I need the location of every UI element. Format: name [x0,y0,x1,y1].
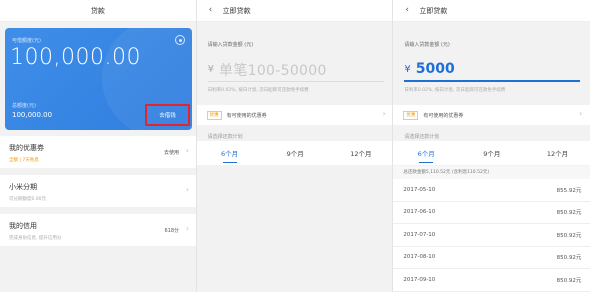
schedule-amount: 850.92元 [556,232,582,239]
repayment-schedule: 2017-05-10 855.92元 2017-06-10 850.92元 20… [393,179,590,292]
schedule-date: 2017-07-10 [403,231,436,238]
schedule-date: 2017-05-10 [403,186,436,193]
coupon-selector[interactable]: 优惠 有可使用的优惠券 › [393,105,590,125]
page-title: 立即贷款 [222,6,251,15]
table-row: 2017-06-10 850.92元 [393,201,590,224]
coupon-selector[interactable]: 优惠 有可使用的优惠券 › [196,105,393,125]
chevron-right-icon: › [382,109,386,118]
plan-tabs: 6个月 9个月 12个月 [196,141,393,165]
amount-input[interactable]: ¥ 单笔100-50000 [207,58,384,82]
coupon-text: 有可使用的优惠券 [226,112,267,119]
coupon-tag: 优惠 [206,110,222,120]
amount-input-label: 请输入贷款金额 (元) [404,42,450,48]
list-item-title: 小米分期 [9,183,37,191]
back-arrow-icon[interactable]: ‹ [209,6,213,15]
plan-label: 请选择还款计划 [207,134,243,140]
total-limit-amount: 100,000.00 [12,111,53,119]
schedule-amount: 850.92元 [556,255,582,262]
tab-6-months[interactable]: 6个月 [393,141,459,165]
list-item-coupons[interactable]: 我的优惠券 全额 | 7天免息 去使用 › [0,136,196,168]
page-title: 贷款 [90,6,105,15]
top-bar: ‹ 立即贷款 [196,0,393,22]
currency-symbol: ¥ [207,64,215,75]
tab-9-months[interactable]: 9个月 [262,141,328,165]
loan-home-screen: 贷款 可借额度(元) 100,000.00 总额度(元) 100,000.00 … [0,0,197,292]
chevron-right-icon: › [185,224,189,233]
withdraw-label: 去借钱 [159,113,176,119]
plan-label: 请选择还款计划 [404,134,440,140]
top-bar: ‹ 立即贷款 [393,0,590,22]
coupon-text: 有可使用的优惠券 [423,112,464,119]
top-bar: 贷款 [0,0,196,22]
schedule-date: 2017-08-10 [403,254,436,261]
tab-9-months[interactable]: 9个月 [459,141,525,165]
borrow-filled-screen: ‹ 立即贷款 请输入贷款金额 (元) ¥ 5000 日利率0.02%, 按日计息… [393,0,590,292]
chevron-right-icon: › [185,185,189,194]
list-item-subtitle: 全额 | 7天免息 [9,158,39,163]
amount-placeholder: 单笔100-50000 [219,62,327,79]
credit-score: 618分 [164,228,179,234]
loan-menu-list: 我的优惠券 全额 | 7天免息 去使用 › 小米分期 可分期额度0.00元 › … [0,136,196,253]
table-row: 2017-08-10 850.92元 [393,246,590,269]
list-item-credit[interactable]: 我的信用 完成身份信息, 提升信用分 618分 › [0,214,196,246]
interest-note: 日利率0.02%, 按日计息, 次日起即可还款免手续费 [207,88,309,93]
coupon-tag: 优惠 [403,110,419,120]
amount-input-label: 请输入贷款金额 (元) [207,42,254,48]
total-repayment: 总还款金额5,110.52元 (含利息110.52元) [393,166,590,179]
currency-symbol: ¥ [404,63,411,75]
total-limit-label: 总额度(元) [12,103,36,109]
interest-note: 日利率0.02%, 按日计息, 次日起即可还款免手续费 [404,88,506,93]
table-row: 2017-05-10 855.92元 [393,179,590,202]
chevron-right-icon: › [579,109,583,118]
list-item-installments[interactable]: 小米分期 可分期额度0.00元 › [0,175,196,207]
chevron-right-icon: › [185,146,189,155]
page-title: 立即贷款 [419,6,448,15]
list-item-action: 去使用 [163,150,179,156]
withdraw-button[interactable]: 去借钱 [145,104,190,126]
list-item-title: 我的信用 [9,222,37,230]
credit-card-panel: 可借额度(元) 100,000.00 总额度(元) 100,000.00 去借钱 [5,28,192,130]
available-limit-label: 可借额度(元) [12,38,41,44]
tab-12-months[interactable]: 12个月 [525,141,590,165]
plan-tabs: 6个月 9个月 12个月 [393,141,590,165]
list-item-title: 我的优惠券 [9,144,44,152]
schedule-date: 2017-06-10 [403,209,436,216]
tab-12-months[interactable]: 12个月 [328,141,392,165]
borrow-empty-screen: ‹ 立即贷款 请输入贷款金额 (元) ¥ 单笔100-50000 日利率0.02… [196,0,394,292]
amount-input[interactable]: ¥ 5000 [404,58,581,82]
schedule-date: 2017-09-10 [403,276,436,283]
tab-6-months[interactable]: 6个月 [197,141,263,165]
schedule-amount: 850.92元 [556,210,582,217]
back-arrow-icon[interactable]: ‹ [405,6,409,15]
list-item-subtitle: 完成身份信息, 提升信用分 [9,236,62,241]
table-row: 2017-09-10 850.92元 [393,269,590,292]
table-row: 2017-07-10 850.92元 [393,224,590,247]
available-limit-amount: 100,000.00 [10,45,141,70]
schedule-amount: 850.92元 [556,277,582,284]
list-item-subtitle: 可分期额度0.00元 [9,197,47,202]
schedule-amount: 855.92元 [556,187,582,194]
settings-icon[interactable] [175,35,185,45]
amount-value: 5000 [415,61,455,77]
